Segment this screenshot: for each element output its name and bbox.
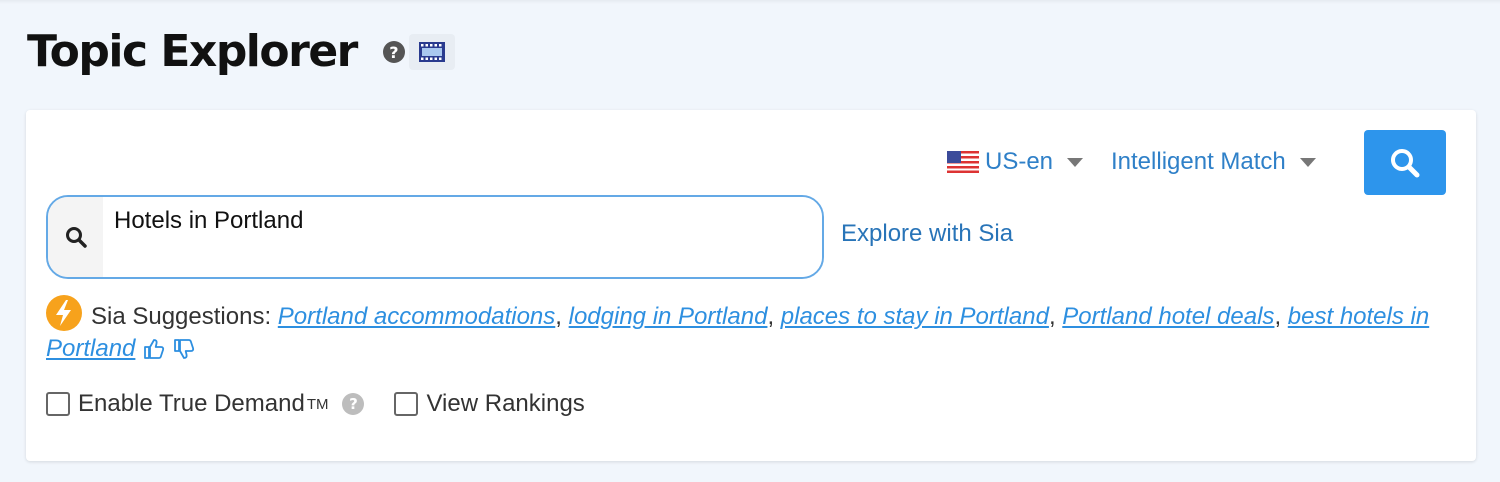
search-icon: [1391, 148, 1420, 177]
search-button[interactable]: [1364, 130, 1446, 195]
suggestion-link[interactable]: lodging in Portland: [569, 303, 768, 330]
lightning-bolt-icon: [46, 295, 82, 331]
locale-label: US-en: [985, 148, 1054, 175]
true-demand-label: Enable True Demand: [78, 390, 305, 417]
locale-select[interactable]: US-en: [947, 146, 1084, 178]
trademark-symbol: TM: [306, 395, 329, 413]
thumbs-down-icon[interactable]: [173, 337, 195, 369]
topbar-shade: [0, 0, 1500, 4]
view-rankings-label: View Rankings: [426, 390, 585, 417]
search-box: [46, 195, 824, 279]
true-demand-help-icon[interactable]: ?: [342, 393, 365, 415]
suggestion-link[interactable]: places to stay in Portland: [781, 303, 1049, 330]
match-type-select[interactable]: Intelligent Match: [1111, 146, 1316, 178]
match-type-label: Intelligent Match: [1111, 148, 1286, 175]
explore-with-sia-link[interactable]: Explore with Sia: [841, 220, 1013, 248]
suggestions-label: Sia Suggestions:: [91, 303, 272, 330]
options-row: Enable True Demand TM ? View Rankings: [46, 390, 585, 418]
us-flag-icon: [947, 151, 979, 173]
view-rankings-checkbox[interactable]: [394, 392, 419, 416]
sia-suggestions: Sia Suggestions: Portland accommodations…: [46, 295, 1446, 369]
suggestion-link[interactable]: Portland accommodations: [278, 303, 555, 330]
search-input[interactable]: [103, 197, 822, 277]
thumbs-up-icon[interactable]: [143, 337, 165, 369]
help-icon[interactable]: ?: [382, 41, 405, 63]
chevron-down-icon: [1067, 157, 1084, 167]
film-icon: [418, 42, 445, 62]
suggestion-link[interactable]: Portland hotel deals: [1062, 303, 1274, 330]
chevron-down-icon: [1299, 157, 1316, 167]
search-icon: [65, 227, 87, 248]
true-demand-checkbox[interactable]: [46, 392, 70, 416]
page-header: Topic Explorer ?: [27, 22, 455, 82]
search-box-icon-area: [48, 197, 103, 277]
search-card: US-en Intelligent Match Explore with Sia…: [26, 110, 1476, 461]
video-tutorial-button[interactable]: [408, 34, 455, 70]
page-title: Topic Explorer: [27, 26, 358, 77]
